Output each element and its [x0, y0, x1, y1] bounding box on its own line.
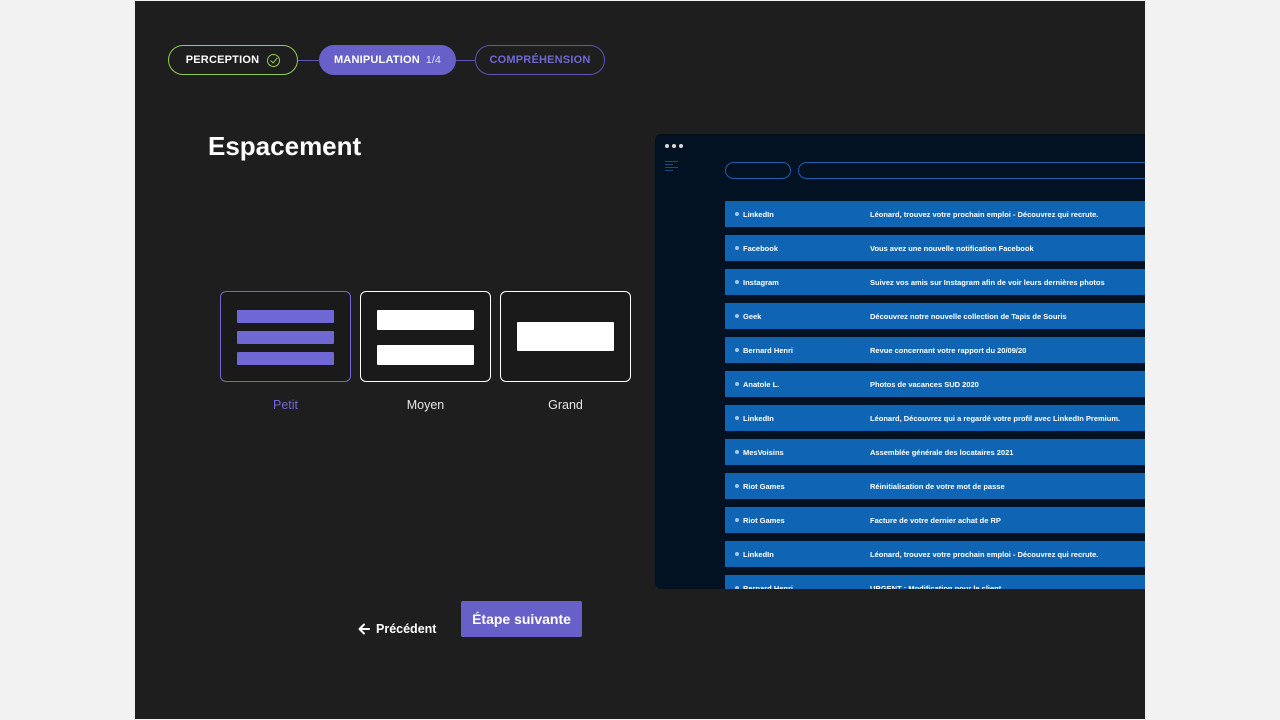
mail-sender: Bernard Henri: [743, 346, 794, 355]
previous-label: Précédent: [376, 622, 437, 636]
mail-row[interactable]: LinkedIn Léonard, Découvrez qui a regardé…: [725, 405, 1145, 431]
mail-sender: Facebook: [743, 244, 779, 253]
menu-lines-icon: [665, 161, 678, 173]
preview-filter-pill: [725, 162, 791, 179]
mail-subject: Vous avez une nouvelle notification Face…: [870, 244, 1034, 253]
mail-sender: LinkedIn: [743, 414, 774, 423]
page-title: Espacement: [208, 131, 362, 161]
mail-row[interactable]: LinkedIn Léonard, trouvez votre prochain …: [725, 201, 1145, 227]
arrow-left-icon: [358, 623, 370, 635]
unread-dot-icon: [735, 280, 739, 284]
mail-subject: Revue concernant votre rapport du 20/09/…: [870, 346, 1027, 355]
mail-row[interactable]: Bernard Henri Revue concernant votre rapp…: [725, 337, 1145, 363]
step-comprehension[interactable]: COMPRÉHENSION: [475, 45, 605, 75]
unread-dot-icon: [735, 484, 739, 488]
spacing-preview-bar: [517, 322, 614, 351]
spacing-label-petit[interactable]: Petit: [220, 398, 351, 412]
step-label: PERCEPTION: [185, 54, 260, 66]
mail-row[interactable]: Anatole L. Photos de vacances SUD 2020: [725, 371, 1145, 397]
unread-dot-icon: [735, 416, 739, 420]
mail-subject: Découvrez notre nouvelle collection de T…: [870, 312, 1067, 321]
previous-button[interactable]: Précédent: [357, 619, 436, 639]
mail-sender: Riot Games: [743, 482, 785, 491]
mail-subject: Léonard, Découvrez qui a regardé votre p…: [870, 414, 1121, 423]
spacing-option-petit[interactable]: [220, 291, 351, 382]
app-frame: PERCEPTION MANIPULATION 1/4 COMPRÉHENSIO…: [135, 1, 1145, 719]
mail-subject: Photos de vacances SUD 2020: [870, 380, 979, 389]
spacing-preview-bar: [237, 352, 334, 365]
unread-dot-icon: [735, 518, 739, 522]
spacing-preview-bar: [237, 331, 334, 344]
spacing-label-moyen[interactable]: Moyen: [360, 398, 491, 412]
spacing-option-grand[interactable]: [500, 291, 631, 382]
mail-sender: Anatole L.: [743, 380, 780, 389]
mail-subject: Réinitialisation de votre mot de passe: [870, 482, 1005, 491]
more-dots-icon: [665, 144, 683, 148]
step-label: MANIPULATION: [333, 54, 420, 66]
unread-dot-icon: [735, 552, 739, 556]
spacing-label-grand[interactable]: Grand: [500, 398, 631, 412]
check-circle-icon: [267, 53, 281, 67]
mail-row[interactable]: LinkedIn Léonard, trouvez votre prochain …: [725, 541, 1145, 567]
spacing-preview-bar: [237, 310, 334, 323]
spacing-option-moyen[interactable]: [360, 291, 491, 382]
mail-row[interactable]: Riot Games Réinitialisation de votre mot …: [725, 473, 1145, 499]
step-progress: 1/4: [425, 54, 442, 66]
mail-sender: MesVoisins: [743, 448, 784, 457]
spacing-preview-bar: [377, 345, 474, 365]
mail-sender: Riot Games: [743, 516, 785, 525]
mail-row[interactable]: Riot Games Facture de votre dernier achat…: [725, 507, 1145, 533]
mail-sender: LinkedIn: [743, 550, 774, 559]
unread-dot-icon: [735, 348, 739, 352]
stepper-connector: [298, 60, 319, 61]
mail-subject: Assemblée générale des locataires 2021: [870, 448, 1014, 457]
preview-search-bar: [798, 162, 1145, 179]
stepper-connector: [456, 60, 475, 61]
mail-sender: LinkedIn: [743, 210, 774, 219]
mail-preview: LinkedIn Léonard, trouvez votre prochain …: [655, 134, 1145, 589]
mail-row[interactable]: Facebook Vous avez une nouvelle notificat…: [725, 235, 1145, 261]
mail-row[interactable]: Bernard Henri URGENT : Modification pour …: [725, 575, 1145, 589]
mail-subject: Facture de votre dernier achat de RP: [870, 516, 1001, 525]
unread-dot-icon: [735, 314, 739, 318]
spacing-preview-bar: [377, 310, 474, 330]
mail-row[interactable]: Geek Découvrez notre nouvelle collection …: [725, 303, 1145, 329]
step-manipulation[interactable]: MANIPULATION 1/4: [319, 45, 456, 75]
mail-sender: Instagram: [743, 278, 779, 287]
unread-dot-icon: [735, 382, 739, 386]
mail-list: LinkedIn Léonard, trouvez votre prochain …: [725, 201, 1145, 589]
mail-subject: Suivez vos amis sur Instagram afin de vo…: [870, 278, 1105, 287]
mail-subject: Léonard, trouvez votre prochain emploi -…: [870, 210, 1099, 219]
mail-subject: URGENT : Modification pour le client: [870, 584, 1002, 589]
mail-subject: Léonard, trouvez votre prochain emploi -…: [870, 550, 1099, 559]
step-perception[interactable]: PERCEPTION: [168, 45, 298, 75]
unread-dot-icon: [735, 212, 739, 216]
mail-sender: Geek: [743, 312, 762, 321]
mail-row[interactable]: MesVoisins Assemblée générale des locatai…: [725, 439, 1145, 465]
mail-sender: Bernard Henri: [743, 584, 794, 589]
unread-dot-icon: [735, 246, 739, 250]
unread-dot-icon: [735, 586, 739, 589]
next-step-button[interactable]: Étape suivante: [461, 601, 582, 637]
mail-row[interactable]: Instagram Suivez vos amis sur Instagram a…: [725, 269, 1145, 295]
unread-dot-icon: [735, 450, 739, 454]
step-label: COMPRÉHENSION: [489, 54, 591, 66]
